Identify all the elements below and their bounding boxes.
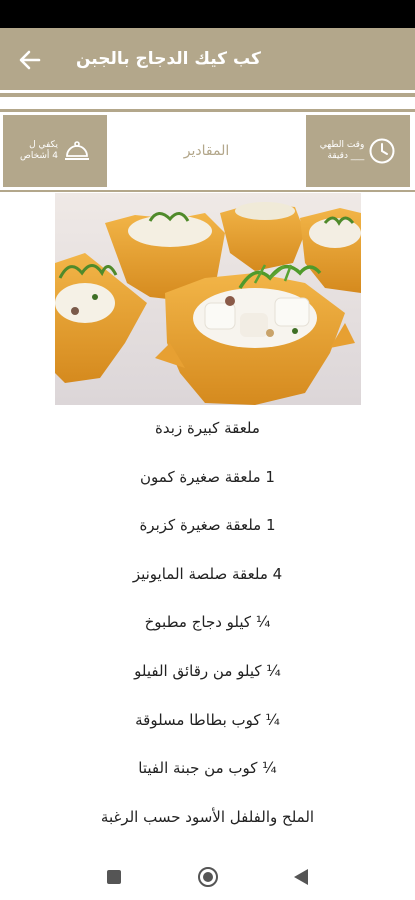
status-bar xyxy=(0,0,415,28)
recipe-image xyxy=(55,193,361,405)
servings-label: يكفي ل xyxy=(29,140,59,150)
list-item: ملعقة كبيرة زبدة xyxy=(155,419,260,437)
back-button[interactable] xyxy=(14,44,46,76)
home-button[interactable] xyxy=(197,866,219,888)
circle-home-icon xyxy=(198,867,218,887)
list-item: ¼ كوب بطاطا مسلوقة xyxy=(135,710,280,729)
cook-time-value: ___ دقيقة xyxy=(327,151,365,161)
divider xyxy=(0,109,415,112)
tab-ingredients[interactable]: المقادير xyxy=(107,115,306,187)
cook-time-box[interactable]: وقت الطهي ___ دقيقة xyxy=(306,115,410,187)
clock-icon xyxy=(369,138,395,164)
list-item: ¼ كيلو دجاج مطبوخ xyxy=(144,613,271,632)
app-bar: كب كيك الدجاج بالجبن xyxy=(0,28,415,90)
triangle-back-icon xyxy=(294,869,308,885)
system-nav-bar xyxy=(0,852,415,900)
nav-back-button[interactable] xyxy=(290,866,312,888)
servings-box[interactable]: يكفي ل 4 أشخاص xyxy=(3,115,107,187)
list-item: ¼ كوب من جبنة الفيتا xyxy=(138,759,277,778)
list-item: ¼ كيلو من رقائق الفيلو xyxy=(134,661,281,680)
divider xyxy=(0,190,415,192)
cook-time-label: وقت الطهي xyxy=(319,140,365,150)
list-item: 1 ملعقة صغيرة كزبرة xyxy=(139,516,276,535)
list-item: 4 ملعقة صلصة المايونيز xyxy=(132,564,283,583)
recents-button[interactable] xyxy=(103,866,125,888)
serving-dish-icon xyxy=(65,141,90,160)
arrow-left-icon xyxy=(19,50,41,70)
list-item: 1 ملعقة صغيرة كمون xyxy=(140,467,275,486)
servings-value: 4 أشخاص xyxy=(19,151,59,161)
square-recents-icon xyxy=(107,870,121,884)
ingredients-list: ملعقة كبيرة زبدة 1 ملعقة صغيرة كمون 1 مل… xyxy=(0,405,415,841)
recipe-info-row: يكفي ل 4 أشخاص المقادير وقت الطهي ___ دق… xyxy=(0,115,415,187)
page-title: كب كيك الدجاج بالجبن xyxy=(76,49,261,69)
list-item: الملح والفلفل الأسود حسب الرغبة xyxy=(100,807,315,826)
divider xyxy=(0,93,415,97)
